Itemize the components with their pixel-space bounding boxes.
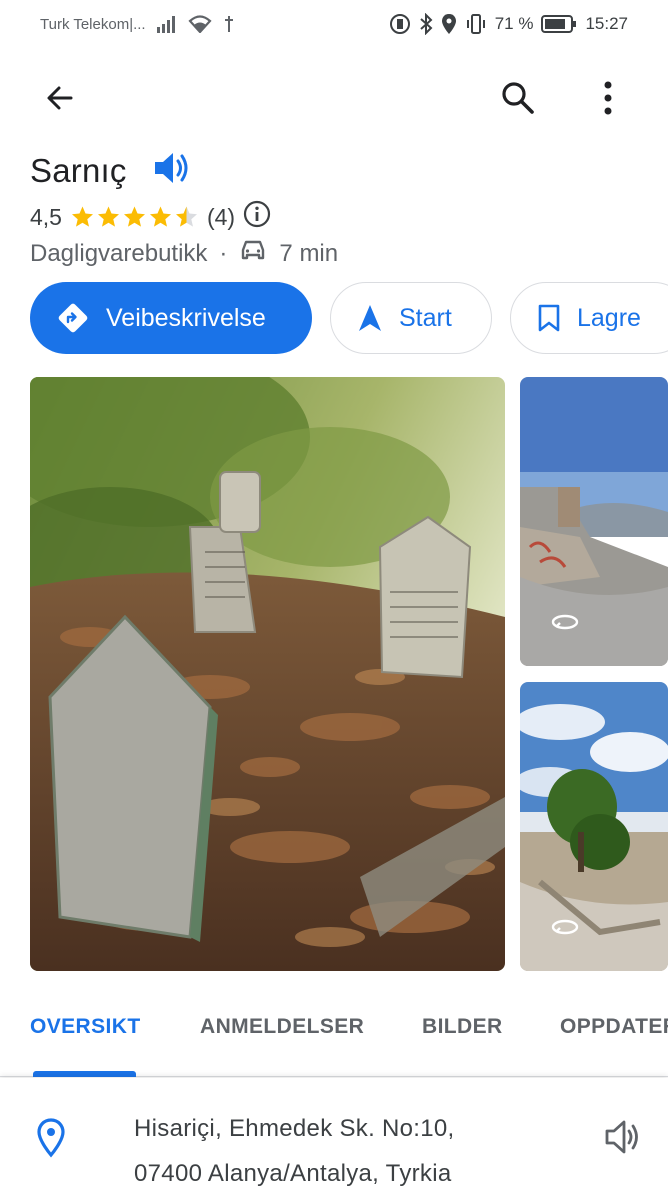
category-row: Dagligvarebutikk · 7 min	[30, 238, 338, 269]
clock: 15:27	[585, 14, 628, 33]
half-star-icon	[175, 206, 197, 227]
star-icon	[149, 206, 171, 227]
bluetooth-icon	[419, 13, 433, 35]
main-photo[interactable]	[30, 377, 505, 971]
location-icon	[441, 13, 457, 35]
rating-value: 4,5	[30, 203, 62, 230]
arrow-left-icon[interactable]	[38, 76, 82, 120]
tab-indicator	[33, 1071, 136, 1077]
tab-reviews[interactable]: ANMELDELSER	[200, 1015, 364, 1039]
directions-icon	[58, 303, 88, 333]
more-vert-icon[interactable]	[586, 76, 630, 120]
car-icon	[239, 238, 267, 269]
review-count: (4)	[206, 203, 236, 230]
start-button[interactable]: Start	[330, 282, 492, 354]
save-button[interactable]: Lagre	[510, 282, 668, 354]
star-rating	[70, 205, 199, 229]
battery-percent: 71 %	[494, 14, 534, 33]
separator-dot: ·	[219, 239, 228, 267]
status-bar: Turk Telekom|... 71 % 15:27	[0, 0, 668, 48]
star-icon	[97, 206, 119, 227]
save-label: Lagre	[577, 303, 641, 332]
address-line-2: 07400 Alanya/Antalya, Tyrkia	[134, 1160, 452, 1187]
navigation-icon	[359, 305, 381, 331]
speaker-icon[interactable]	[604, 1118, 642, 1161]
tab-updates[interactable]: OPPDATER	[560, 1015, 668, 1039]
app-bar	[0, 62, 668, 134]
photo-gallery	[30, 377, 668, 971]
star-icon	[123, 206, 145, 227]
tab-photos[interactable]: BILDER	[422, 1015, 503, 1039]
place-category: Dagligvarebutikk	[30, 239, 208, 267]
vibrate-icon	[389, 13, 411, 35]
info-icon[interactable]	[243, 200, 271, 234]
action-chips: Veibeskrivelse Start Lagre	[30, 282, 668, 354]
signal-icon	[156, 15, 178, 33]
tab-bar: OVERSIKT ANMELDELSER BILDER OPPDATER	[0, 995, 668, 1077]
usb-icon	[222, 14, 236, 34]
place-title: Sarnıç	[30, 151, 127, 189]
speaker-icon[interactable]	[153, 150, 191, 191]
address-row[interactable]: Hisariçi, Ehmedek Sk. No:10, 07400 Alany…	[0, 1078, 668, 1200]
street-view-photo-2[interactable]	[520, 682, 668, 971]
battery-icon	[541, 14, 577, 34]
rating-row[interactable]: 4,5 (4)	[30, 200, 271, 234]
tab-overview[interactable]: OVERSIKT	[30, 1015, 141, 1039]
address-line-1: Hisariçi, Ehmedek Sk. No:10,	[134, 1115, 455, 1142]
start-label: Start	[399, 303, 452, 332]
carrier-name: Turk Telekom|...	[40, 15, 146, 33]
address-text: Hisariçi, Ehmedek Sk. No:10, 07400 Alany…	[134, 1106, 455, 1196]
directions-label: Veibeskrivelse	[106, 303, 266, 332]
place-header: Sarnıç	[30, 150, 191, 191]
star-icon	[71, 206, 93, 227]
phone-vibrate-icon	[465, 13, 487, 35]
wifi-icon	[188, 15, 212, 33]
search-icon[interactable]	[496, 76, 540, 120]
street-view-photo-1[interactable]	[520, 377, 668, 666]
directions-button[interactable]: Veibeskrivelse	[30, 282, 312, 354]
bookmark-icon	[538, 304, 560, 332]
location-pin-icon	[36, 1118, 66, 1163]
travel-time: 7 min	[279, 239, 339, 267]
